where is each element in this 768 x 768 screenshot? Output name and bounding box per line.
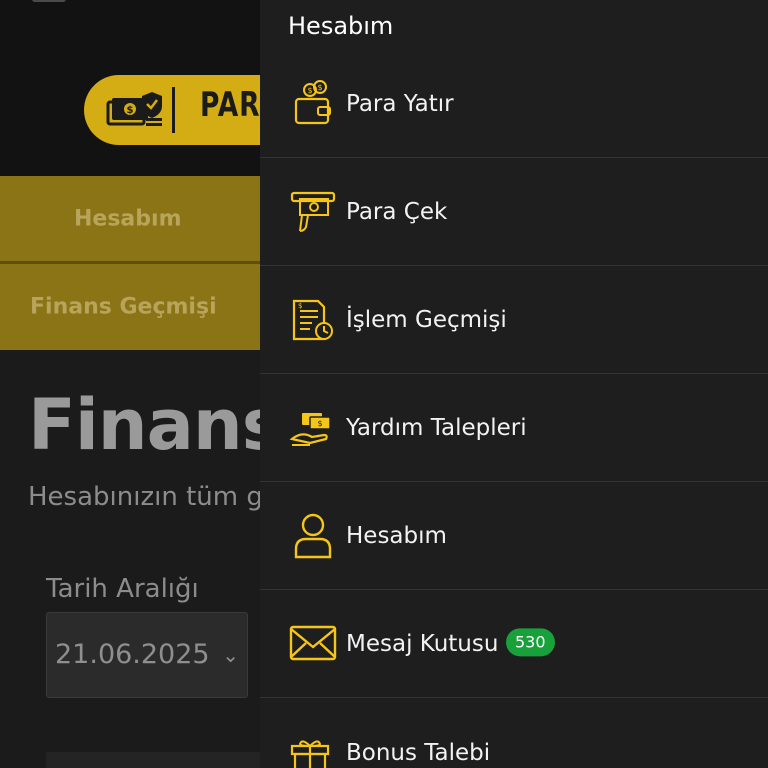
menu-label: Mesaj Kutusu	[346, 630, 499, 657]
user-icon	[294, 513, 332, 558]
page-title: Finans	[28, 384, 283, 466]
menu-item-yardim-talepleri[interactable]: $ Yardım Talepleri	[260, 374, 768, 482]
date-start-select[interactable]: 21.06.2025 ⌄	[46, 612, 248, 698]
transaction-history-icon: $	[292, 299, 333, 340]
menu-item-bonus-talebi[interactable]: $ Bonus Talebi	[260, 698, 768, 768]
support-ticket-icon: $	[289, 412, 331, 446]
svg-text:$: $	[307, 86, 312, 95]
chevron-down-icon: ⌄	[222, 643, 239, 667]
drawer-title: Hesabım	[288, 12, 394, 40]
menu-item-para-yatir[interactable]: $ $ Para Yatır	[260, 50, 768, 158]
gift-icon: $	[290, 740, 330, 768]
menu-label: İşlem Geçmişi	[346, 306, 507, 333]
menu-toggle-icon[interactable]	[32, 0, 66, 2]
logo-divider	[172, 87, 175, 133]
side-drawer: Hesabım $ $ Para Yatır Para Çek $ İşlem …	[260, 0, 768, 768]
page-subtitle: Hesabınızın tüm g	[28, 482, 263, 512]
menu-label: Para Çek	[346, 198, 448, 225]
date-start-value: 21.06.2025	[55, 639, 210, 670]
menu-item-para-cek[interactable]: Para Çek	[260, 158, 768, 266]
screen: $ PARA Hesabım Finans Geçmişi Finans Hes…	[0, 0, 768, 768]
menu-label: Yardım Talepleri	[346, 414, 527, 441]
svg-text:$: $	[317, 83, 322, 92]
svg-text:$: $	[298, 302, 302, 310]
menu-item-mesaj-kutusu[interactable]: Mesaj Kutusu 530	[260, 590, 768, 698]
menu-label: Hesabım	[346, 522, 447, 549]
menu-label: Para Yatır	[346, 90, 454, 117]
money-shield-icon: $	[106, 92, 162, 126]
date-range-label: Tarih Aralığı	[46, 574, 199, 604]
svg-text:$: $	[317, 419, 322, 428]
menu-item-hesabim[interactable]: Hesabım	[260, 482, 768, 590]
menu-item-islem-gecmisi[interactable]: $ İşlem Geçmişi	[260, 266, 768, 374]
envelope-icon	[289, 625, 337, 660]
deposit-wallet-icon: $ $	[294, 79, 331, 124]
filter-field[interactable]	[46, 752, 276, 768]
withdraw-cash-icon	[290, 191, 336, 232]
unread-count-badge: 530	[506, 627, 555, 656]
menu-label: Bonus Talebi	[346, 740, 491, 766]
tab-label: Hesabım	[74, 206, 182, 231]
tab-label: Finans Geçmişi	[30, 294, 217, 320]
svg-text:$: $	[127, 105, 134, 116]
